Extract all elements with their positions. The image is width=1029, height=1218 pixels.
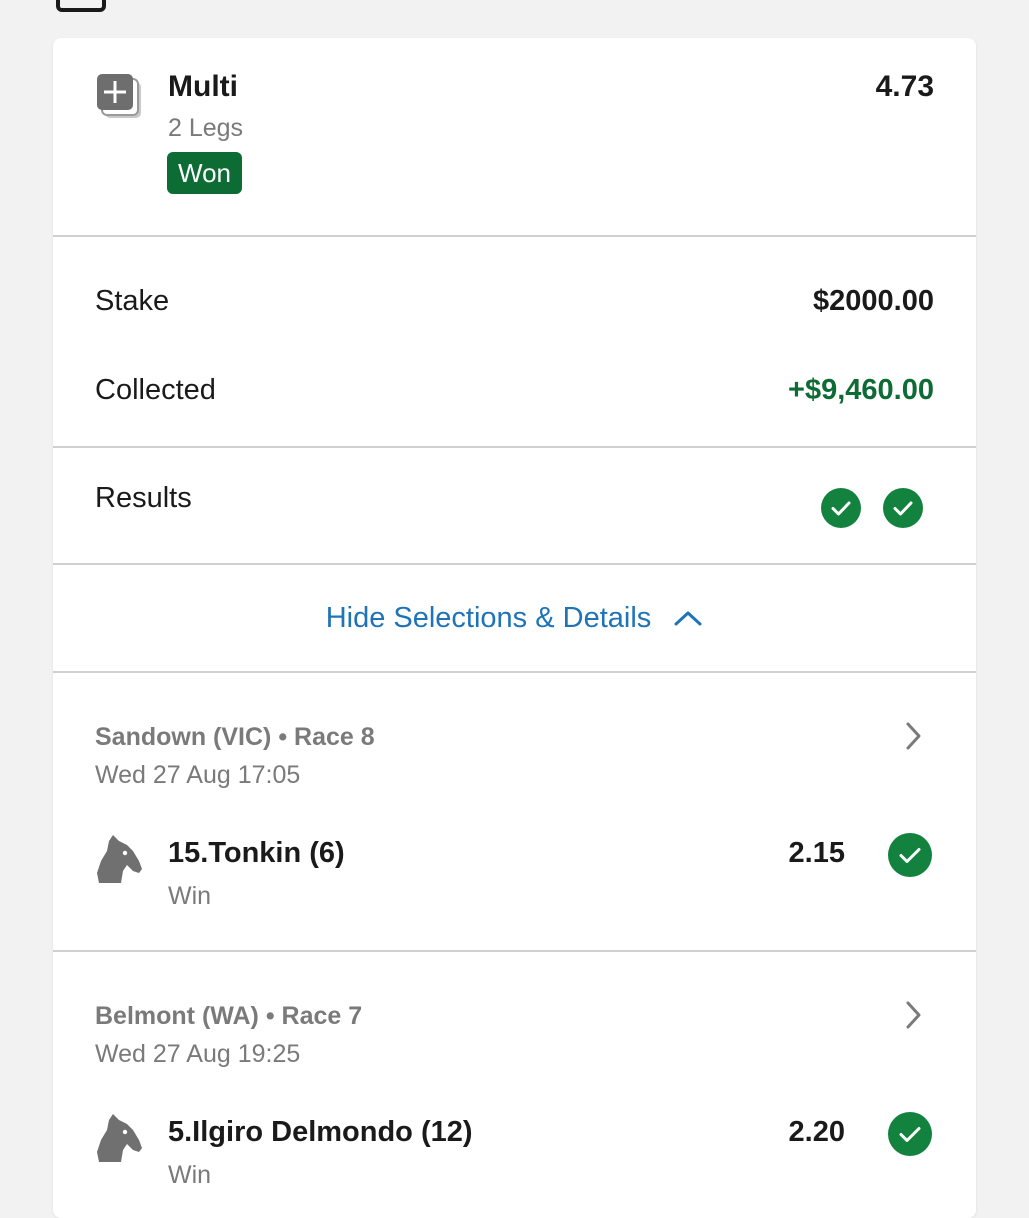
results-row: Results xyxy=(53,448,976,565)
leg-race-time: Wed 27 Aug 19:25 xyxy=(95,1040,301,1068)
top-bar xyxy=(0,0,1029,38)
hide-selections-label: Hide Selections & Details xyxy=(325,601,652,634)
bet-legs-count: 2 Legs xyxy=(168,114,244,142)
chevron-right-icon[interactable] xyxy=(904,1000,922,1030)
leg-item[interactable]: Belmont (WA) • Race 7 Wed 27 Aug 19:25 5… xyxy=(53,952,976,1218)
stake-summary: Stake $2000.00 Collected +$9,460.00 xyxy=(53,237,976,448)
leg-race-title: Sandown (VIC) • Race 8 xyxy=(95,723,375,751)
bet-card: Multi 2 Legs Won 4.73 Stake $2000.00 Col… xyxy=(53,38,976,1218)
leg-race-title: Belmont (WA) • Race 7 xyxy=(95,1002,363,1030)
runner-odds: 2.15 xyxy=(788,837,845,869)
horse-head-icon xyxy=(97,1114,142,1162)
bet-odds: 4.73 xyxy=(875,70,934,103)
collected-value: +$9,460.00 xyxy=(788,374,934,406)
stake-label: Stake xyxy=(95,285,170,317)
status-badge: Won xyxy=(167,152,242,194)
check-circle-icon xyxy=(883,488,923,528)
runner-market: Win xyxy=(168,882,212,910)
leg-race-time: Wed 27 Aug 17:05 xyxy=(95,761,301,789)
details-toggle-row: Hide Selections & Details xyxy=(53,565,976,673)
runner-odds: 2.20 xyxy=(788,1116,845,1148)
chevron-up-icon xyxy=(674,611,702,626)
multi-add-icon xyxy=(97,74,141,118)
runner-market: Win xyxy=(168,1161,212,1189)
bet-type-title: Multi xyxy=(168,70,238,103)
check-circle-icon xyxy=(888,1112,932,1156)
horse-head-icon xyxy=(97,835,142,883)
results-label: Results xyxy=(95,482,192,514)
runner-name: 15.Tonkin (6) xyxy=(168,837,345,869)
stake-value: $2000.00 xyxy=(813,285,934,317)
runner-name: 5.Ilgiro Delmondo (12) xyxy=(168,1116,473,1148)
hide-selections-button[interactable]: Hide Selections & Details xyxy=(53,565,976,671)
check-circle-icon xyxy=(821,488,861,528)
checkbox-icon[interactable] xyxy=(56,0,106,12)
check-circle-icon xyxy=(888,833,932,877)
leg-item[interactable]: Sandown (VIC) • Race 8 Wed 27 Aug 17:05 … xyxy=(53,673,976,952)
collected-label: Collected xyxy=(95,374,216,406)
bet-header: Multi 2 Legs Won 4.73 xyxy=(53,38,976,237)
chevron-right-icon[interactable] xyxy=(904,721,922,751)
